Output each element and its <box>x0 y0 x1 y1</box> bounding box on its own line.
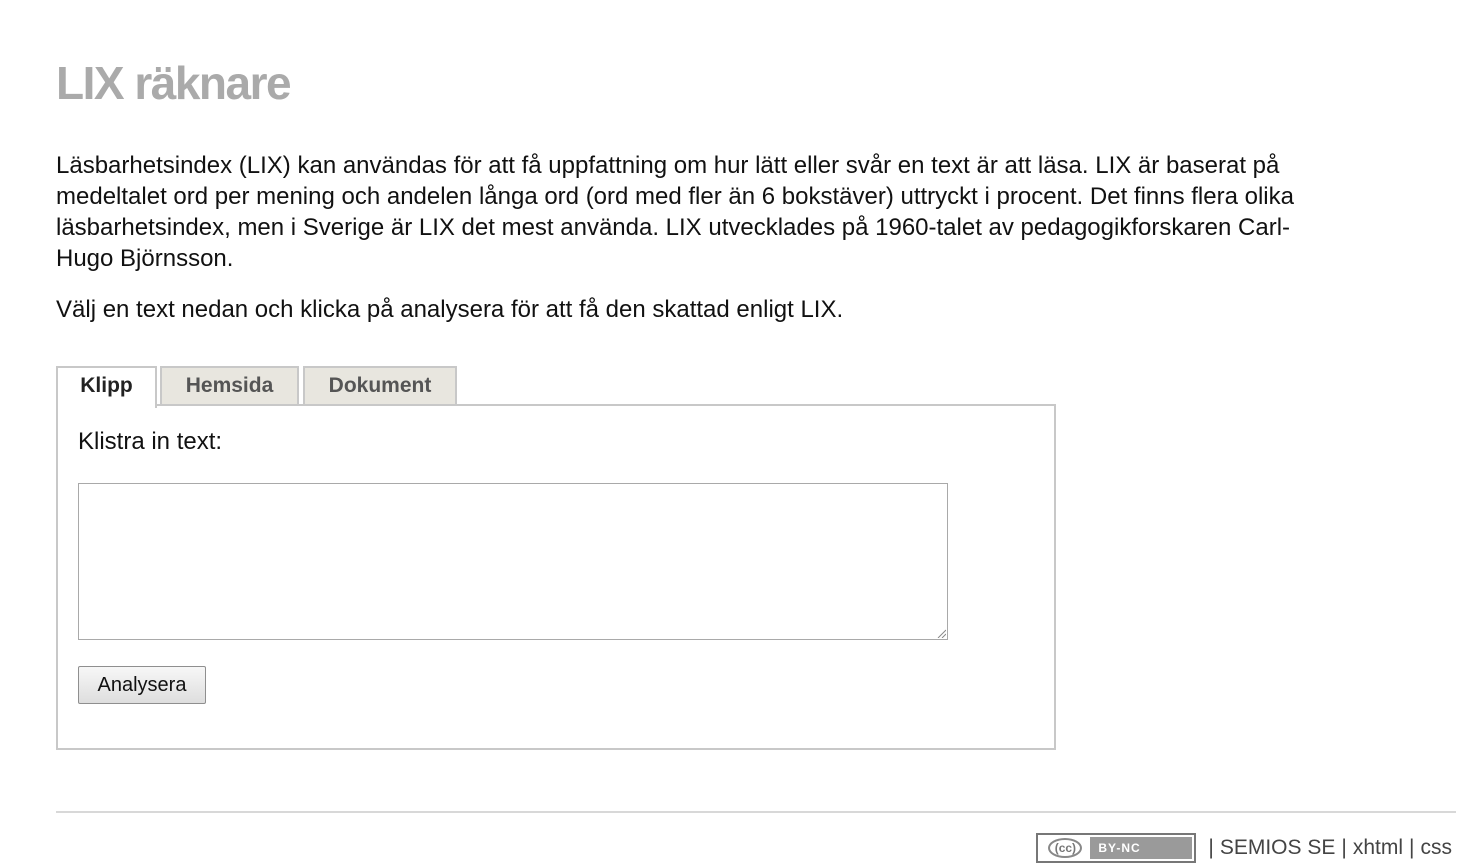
tab-hemsida[interactable]: Hemsida <box>160 366 299 404</box>
intro-paragraph: Läsbarhetsindex (LIX) kan användas för a… <box>56 152 1294 272</box>
footer-divider <box>56 811 1456 813</box>
tab-panel-klipp: Klistra in text: Analysera <box>56 404 1056 750</box>
analyze-button[interactable]: Analysera <box>78 666 206 704</box>
footer-separator: | <box>1341 836 1347 859</box>
cc-icon: (cc) <box>1040 837 1091 859</box>
paste-text-label: Klistra in text: <box>78 428 223 455</box>
cc-license-badge[interactable]: (cc) BY-NC <box>1036 833 1197 863</box>
footer-xhtml-link[interactable]: xhtml <box>1353 836 1403 860</box>
footer-separator: | <box>1409 836 1415 859</box>
footer-css-link[interactable]: css <box>1421 836 1453 860</box>
page-title: LIX räknare <box>56 57 292 109</box>
footer-separator: | <box>1208 836 1214 859</box>
cc-symbol: (cc) <box>1048 838 1083 858</box>
footer: (cc) BY-NC | SEMIOS SE | xhtml | css <box>1036 832 1452 864</box>
footer-site-link[interactable]: SEMIOS SE <box>1220 836 1336 860</box>
tab-dokument[interactable]: Dokument <box>303 366 457 404</box>
instruction-text: Välj en text nedan och klicka på analyse… <box>56 296 844 323</box>
license-type: BY-NC <box>1090 837 1193 859</box>
paste-text-textarea[interactable] <box>78 483 948 640</box>
tab-klipp[interactable]: Klipp <box>56 366 157 408</box>
